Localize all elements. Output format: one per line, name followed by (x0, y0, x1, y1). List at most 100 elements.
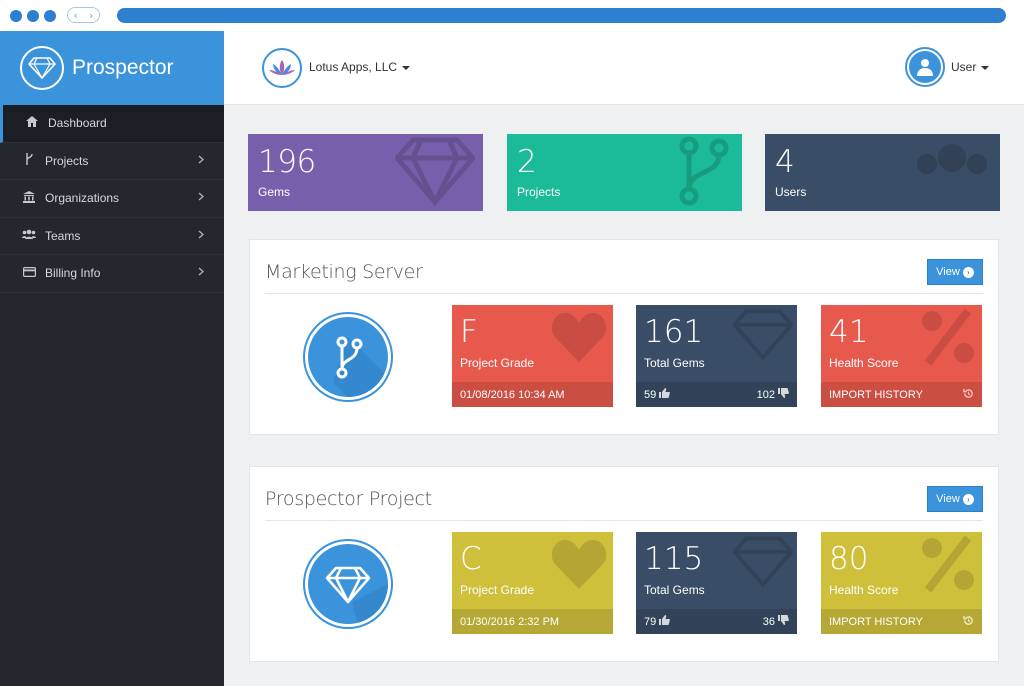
user-menu[interactable]: User (951, 60, 990, 74)
browser-chrome: ‹ › (0, 0, 1024, 31)
project-card: Prospector Project View › C Project Grad… (249, 466, 999, 662)
users-icon (22, 229, 36, 242)
forward-icon[interactable]: › (89, 9, 93, 22)
chevron-right-icon (198, 155, 205, 167)
gems-footer: 79 36 (636, 609, 797, 634)
window-dot-icon[interactable] (27, 10, 39, 22)
health-value: 80 (829, 541, 869, 577)
view-button-label: View (936, 493, 960, 505)
topbar: Lotus Apps, LLC User (224, 31, 1024, 105)
percent-icon (922, 308, 974, 366)
percent-icon (922, 535, 974, 593)
sidebar: Prospector Dashboard Projects Organizati… (0, 31, 224, 686)
back-icon[interactable]: ‹ (74, 9, 78, 22)
gems-up-count: 59 (644, 388, 657, 401)
user-name: User (951, 60, 977, 74)
history-icon (963, 615, 974, 629)
browser-nav-buttons: ‹ › (67, 7, 100, 23)
grade-timestamp: 01/08/2016 10:34 AM (460, 388, 565, 401)
gem-icon (733, 309, 793, 361)
view-button[interactable]: View › (927, 486, 983, 512)
view-button[interactable]: View › (927, 259, 983, 285)
stat-value: 196 (258, 144, 316, 180)
stat-label: Gems (258, 185, 291, 199)
grade-label: Project Grade (460, 356, 535, 370)
credit-card-icon (22, 266, 36, 280)
gems-card[interactable]: 161 Total Gems 59 102 (636, 305, 797, 407)
arrow-circle-right-icon: › (962, 266, 974, 278)
gems-value: 115 (644, 541, 704, 577)
project-title: Marketing Server (265, 261, 423, 283)
health-label: Health Score (829, 583, 899, 597)
divider (265, 520, 983, 521)
gems-label: Total Gems (644, 356, 705, 370)
gems-down-count: 36 (762, 615, 775, 628)
grade-card[interactable]: F Project Grade 01/08/2016 10:34 AM (452, 305, 613, 407)
gem-icon (733, 536, 793, 588)
branch-icon (679, 136, 729, 206)
sidebar-item-label: Organizations (45, 191, 120, 206)
project-icon (303, 312, 393, 402)
sidebar-item-billing[interactable]: Billing Info (0, 255, 224, 293)
grade-value: F (460, 314, 478, 350)
thumbs-down-icon (778, 388, 789, 401)
heartbeat-icon (551, 539, 607, 589)
health-card[interactable]: 80 Health Score IMPORT HISTORY (821, 532, 982, 634)
diamond-logo-icon (20, 46, 64, 90)
thumbs-up-icon (659, 615, 671, 628)
home-icon (25, 116, 39, 130)
import-history-link[interactable]: IMPORT HISTORY (829, 616, 923, 628)
stat-gems[interactable]: 196 Gems (248, 134, 483, 211)
thumbs-down-icon (778, 615, 789, 628)
gem-icon (395, 137, 475, 206)
import-history-link[interactable]: IMPORT HISTORY (829, 389, 923, 401)
brand[interactable]: Prospector (0, 31, 224, 105)
grade-footer: 01/30/2016 2:32 PM (452, 609, 613, 634)
chevron-right-icon (198, 230, 205, 242)
branch-icon (22, 153, 36, 168)
sidebar-item-dashboard[interactable]: Dashboard (0, 105, 224, 143)
sidebar-item-label: Billing Info (45, 266, 101, 281)
grade-timestamp: 01/30/2016 2:32 PM (460, 615, 560, 628)
user-icon (909, 51, 941, 83)
stat-value: 4 (775, 144, 795, 180)
sidebar-item-organizations[interactable]: Organizations (0, 180, 224, 218)
chevron-right-icon (198, 267, 205, 279)
address-bar[interactable] (117, 8, 1006, 23)
gems-card[interactable]: 115 Total Gems 79 36 (636, 532, 797, 634)
stat-projects[interactable]: 2 Projects (507, 134, 742, 211)
window-dot-icon[interactable] (44, 10, 56, 22)
bank-icon (22, 190, 36, 206)
branch-icon (308, 317, 388, 397)
stat-label: Users (775, 185, 807, 199)
sidebar-item-label: Teams (45, 228, 81, 243)
lotus-logo-icon[interactable] (262, 48, 302, 88)
gem-icon (308, 544, 388, 624)
avatar[interactable] (905, 47, 945, 87)
stat-users[interactable]: 4 Users (765, 134, 1000, 211)
stat-value: 2 (517, 144, 537, 180)
caret-down-icon (402, 65, 411, 70)
sidebar-item-teams[interactable]: Teams (0, 218, 224, 255)
sidebar-item-projects[interactable]: Projects (0, 143, 224, 180)
thumbs-up-icon (659, 388, 671, 401)
window-dot-icon[interactable] (10, 10, 22, 22)
grade-card[interactable]: C Project Grade 01/30/2016 2:32 PM (452, 532, 613, 634)
health-card[interactable]: 41 Health Score IMPORT HISTORY (821, 305, 982, 407)
arrow-circle-right-icon: › (962, 493, 974, 505)
health-value: 41 (829, 314, 869, 350)
sidebar-item-label: Projects (45, 153, 89, 168)
health-footer: IMPORT HISTORY (821, 609, 982, 634)
users-icon (917, 144, 987, 174)
gems-value: 161 (644, 314, 704, 350)
gems-footer: 59 102 (636, 382, 797, 407)
divider (265, 293, 983, 294)
stat-label: Projects (517, 185, 561, 199)
app-name: Prospector (72, 56, 174, 79)
sidebar-item-label: Dashboard (48, 116, 107, 131)
org-switcher[interactable]: Lotus Apps, LLC (309, 60, 411, 74)
caret-down-icon (981, 65, 990, 70)
gems-label: Total Gems (644, 583, 705, 597)
history-icon (963, 388, 974, 402)
project-card: Marketing Server View › F Project Grade … (249, 239, 999, 435)
